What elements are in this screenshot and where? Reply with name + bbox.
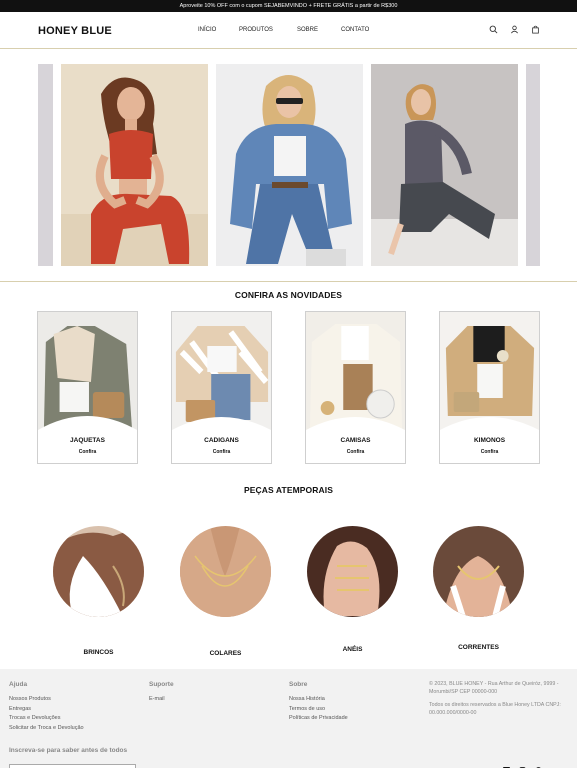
newsletter-email-input[interactable] bbox=[9, 764, 136, 768]
accessory-label[interactable]: BRINCOS bbox=[53, 649, 144, 656]
category-image bbox=[440, 312, 539, 430]
category-card-jaquetas[interactable]: JAQUETAS Confira bbox=[37, 311, 138, 464]
category-image bbox=[306, 312, 405, 430]
footer-link[interactable]: Termos de uso bbox=[289, 706, 348, 712]
footer-col-sobre: Sobre Nossa História Termos de uso Polít… bbox=[289, 681, 348, 725]
carousel-slide-model-denim-jacket[interactable] bbox=[216, 64, 363, 266]
footer-link[interactable]: Entregas bbox=[9, 706, 84, 712]
social-links bbox=[503, 761, 558, 768]
newsletter-title: Inscreva-se para saber antes de todos bbox=[9, 747, 128, 754]
carousel-slide-model-grey-sweater[interactable] bbox=[371, 64, 518, 266]
search-icon[interactable] bbox=[489, 25, 498, 34]
atemporais-title: PEÇAS ATEMPORAIS bbox=[244, 485, 333, 495]
category-card-camisas[interactable]: CAMISAS Confira bbox=[305, 311, 406, 464]
nav-item-produtos[interactable]: PRODUTOS bbox=[239, 27, 273, 33]
youtube-icon[interactable] bbox=[551, 761, 558, 768]
footer-heading: Sobre bbox=[289, 681, 308, 688]
footer-link[interactable]: Nossos Produtos bbox=[9, 696, 84, 702]
category-image bbox=[172, 312, 271, 430]
accessory-image-aneis[interactable] bbox=[307, 526, 398, 617]
site-footer: Ajuda Nossos Produtos Entregas Trocas e … bbox=[0, 669, 577, 768]
category-cta[interactable]: Confira bbox=[440, 449, 539, 455]
user-icon[interactable] bbox=[510, 25, 519, 34]
nav-item-sobre[interactable]: SOBRE bbox=[297, 27, 318, 33]
footer-info: © 2023, BLUE HONEY - Rua Arthur de Queir… bbox=[429, 681, 569, 717]
hero-carousel[interactable] bbox=[0, 49, 577, 282]
carousel-slide-partial-left[interactable] bbox=[38, 64, 53, 266]
logo[interactable]: HONEY BLUE bbox=[38, 25, 112, 37]
footer-rights: Todos os direitos reservados a Blue Hone… bbox=[429, 702, 561, 716]
footer-link[interactable]: Trocas e Devoluções bbox=[9, 715, 84, 721]
accessory-image-brincos[interactable] bbox=[53, 526, 144, 617]
footer-address: © 2023, BLUE HONEY - Rua Arthur de Queir… bbox=[429, 681, 559, 695]
category-cta[interactable]: Confira bbox=[38, 449, 137, 455]
nav-item-inicio[interactable]: INÍCIO bbox=[198, 27, 216, 33]
category-image bbox=[38, 312, 137, 430]
category-name: KIMONOS bbox=[473, 437, 506, 444]
bag-icon[interactable] bbox=[531, 25, 540, 34]
site-header: HONEY BLUE INÍCIO PRODUTOS SOBRE CONTATO bbox=[0, 12, 577, 49]
category-cta[interactable]: Confira bbox=[306, 449, 405, 455]
footer-heading: Ajuda bbox=[9, 681, 28, 688]
footer-link[interactable]: E-mail bbox=[149, 696, 174, 702]
header-icons bbox=[489, 25, 540, 34]
carousel-slide-model-red-outfit[interactable] bbox=[61, 64, 208, 266]
category-card-cadigans[interactable]: CADIGANS Confira bbox=[171, 311, 272, 464]
footer-link[interactable]: Nossa História bbox=[289, 696, 348, 702]
category-cta[interactable]: Confira bbox=[172, 449, 271, 455]
accessory-label[interactable]: CORRENTES bbox=[433, 644, 524, 651]
promo-text: Aproveite 10% OFF com o cupom SEJABEMVIN… bbox=[179, 3, 398, 9]
footer-link[interactable]: Políticas de Privacidade bbox=[289, 715, 348, 721]
promo-bar: Aproveite 10% OFF com o cupom SEJABEMVIN… bbox=[0, 0, 577, 12]
category-name: CADIGANS bbox=[204, 437, 239, 444]
instagram-icon[interactable] bbox=[519, 761, 526, 768]
facebook-icon[interactable] bbox=[503, 761, 510, 768]
category-name: CAMISAS bbox=[340, 437, 371, 444]
footer-col-ajuda: Ajuda Nossos Produtos Entregas Trocas e … bbox=[9, 681, 84, 734]
accessory-label[interactable]: ANÉIS bbox=[307, 646, 398, 653]
footer-heading: Suporte bbox=[149, 681, 174, 688]
accessory-image-colares[interactable] bbox=[180, 526, 271, 617]
novidades-title: CONFIRA AS NOVIDADES bbox=[234, 290, 343, 300]
footer-link[interactable]: Solicitar de Troca e Devolução bbox=[9, 725, 84, 731]
category-name: JAQUETAS bbox=[70, 437, 105, 444]
accessory-label[interactable]: COLARES bbox=[180, 650, 271, 657]
category-card-kimonos[interactable]: KIMONOS Confira bbox=[439, 311, 540, 464]
carousel-slide-partial-right[interactable] bbox=[526, 64, 540, 266]
footer-col-suporte: Suporte E-mail bbox=[149, 681, 174, 706]
pinterest-icon[interactable] bbox=[535, 761, 542, 768]
accessory-image-correntes[interactable] bbox=[433, 526, 524, 617]
nav-item-contato[interactable]: CONTATO bbox=[341, 27, 369, 33]
